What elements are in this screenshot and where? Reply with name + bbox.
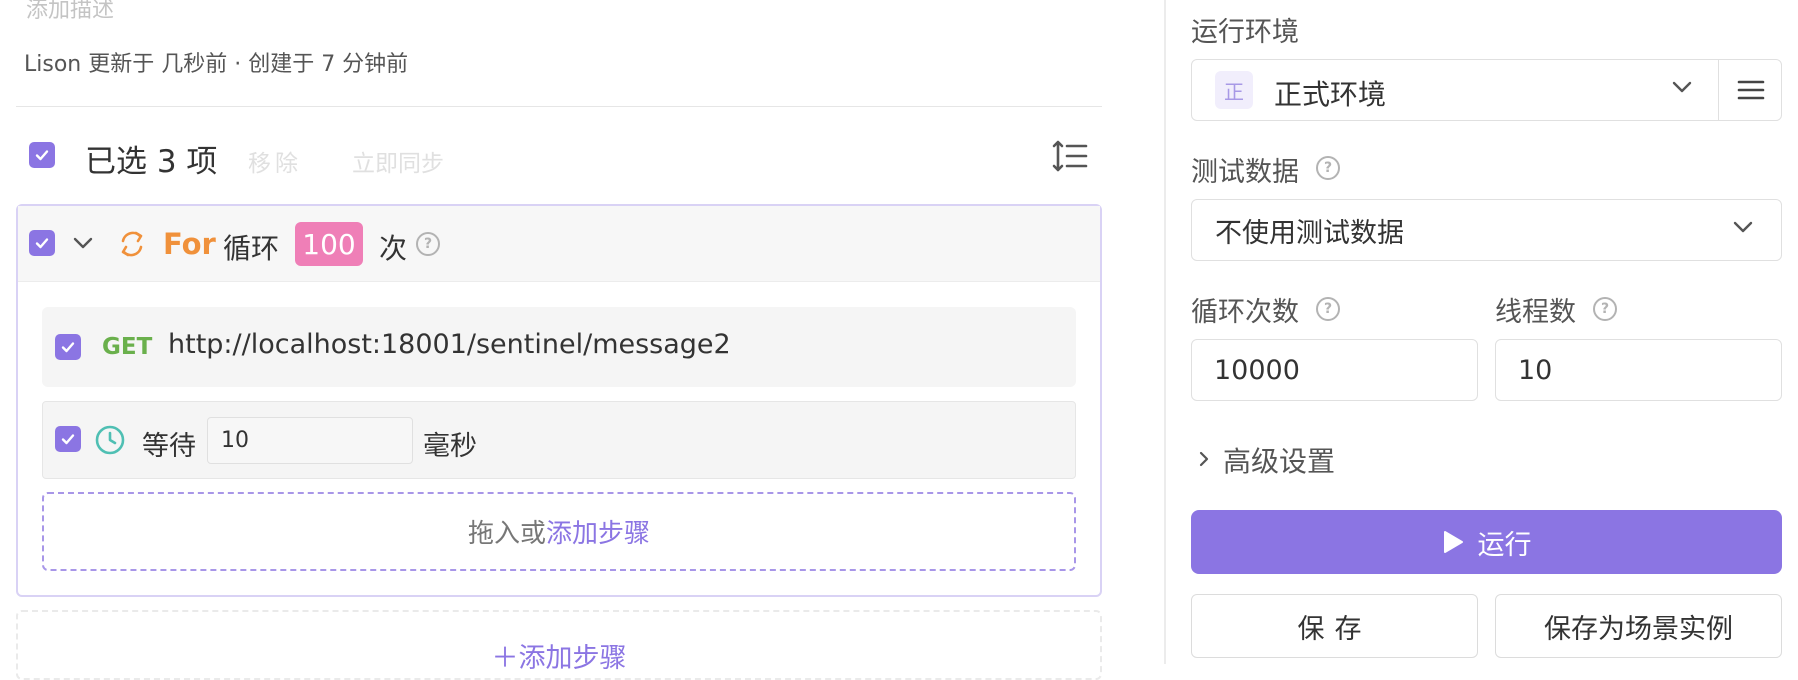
update-meta: Lison 更新于 几秒前 · 创建于 7 分钟前 [24,52,409,77]
selected-count: 已选 3 项 [85,144,218,180]
test-data-select[interactable]: 不使用测试数据 [1191,199,1782,261]
chevron-right-icon[interactable] [1198,449,1210,469]
drop-zone-text: 拖入或 [467,519,546,549]
sort-lines-icon[interactable] [1052,139,1088,173]
loop-count-badge[interactable]: 100 [295,222,363,266]
loop-count-input[interactable]: 10000 [1191,339,1478,401]
run-button[interactable]: 运行 [1191,510,1782,574]
wait-step-checkbox[interactable] [55,426,81,452]
add-step-link[interactable]: 添加步骤 [546,513,650,550]
panel-divider [1164,0,1166,664]
chevron-down-icon[interactable] [71,233,95,253]
play-icon [1443,531,1463,553]
help-icon[interactable]: ? [1593,297,1617,321]
chevron-down-icon[interactable] [1670,78,1694,96]
remove-button[interactable]: 移除 [248,144,302,178]
help-icon[interactable]: ? [416,232,440,256]
env-label: 运行环境 [1191,17,1299,48]
for-keyword: For [163,227,216,261]
for-loop-checkbox[interactable] [29,230,55,256]
sync-now-button[interactable]: 立即同步 [352,144,444,178]
wait-unit: 毫秒 [423,431,477,462]
loop-icon [121,231,143,257]
select-all-checkbox[interactable] [29,142,55,168]
divider-line [16,106,1102,107]
description-placeholder[interactable]: 添加描述 [26,0,114,24]
check-icon [61,434,75,445]
loop-text: 循环 [223,232,280,265]
thread-count-label: 线程数 [1495,297,1576,328]
test-data-label: 测试数据 [1191,157,1299,188]
scenario-editor: 添加描述 Lison 更新于 几秒前 · 创建于 7 分钟前 已选 3 项 移除… [0,0,1164,680]
check-icon [61,342,75,353]
env-separator [1718,60,1719,120]
clock-icon [95,425,125,455]
run-button-label: 运行 [1477,529,1532,561]
drop-zone[interactable]: 拖入或 添加步骤 [42,492,1076,571]
save-button[interactable]: 保存 [1191,594,1478,658]
help-icon[interactable]: ? [1316,156,1340,180]
wait-step-row [42,401,1076,479]
add-step-button[interactable]: ＋添加步骤 [16,610,1102,680]
times-text: 次 [379,232,408,265]
save-as-scenario-button[interactable]: 保存为场景实例 [1495,594,1782,658]
chevron-down-icon[interactable] [1731,218,1755,236]
request-url: http://localhost:18001/sentinel/message2 [168,329,731,360]
check-icon [35,238,49,249]
advanced-settings-toggle[interactable]: 高级设置 [1223,440,1335,480]
add-step-label: ＋添加步骤 [491,643,627,674]
env-badge: 正 [1215,71,1253,109]
http-method-label: GET [102,334,153,360]
check-icon [35,150,49,161]
menu-icon[interactable] [1737,78,1765,102]
request-step-checkbox[interactable] [55,334,81,360]
env-value: 正式环境 [1274,78,1387,111]
loop-count-label: 循环次数 [1191,297,1299,328]
wait-duration-input[interactable]: 10 [207,417,413,464]
help-icon[interactable]: ? [1316,297,1340,321]
wait-label: 等待 [142,431,196,462]
thread-count-input[interactable]: 10 [1495,339,1782,401]
